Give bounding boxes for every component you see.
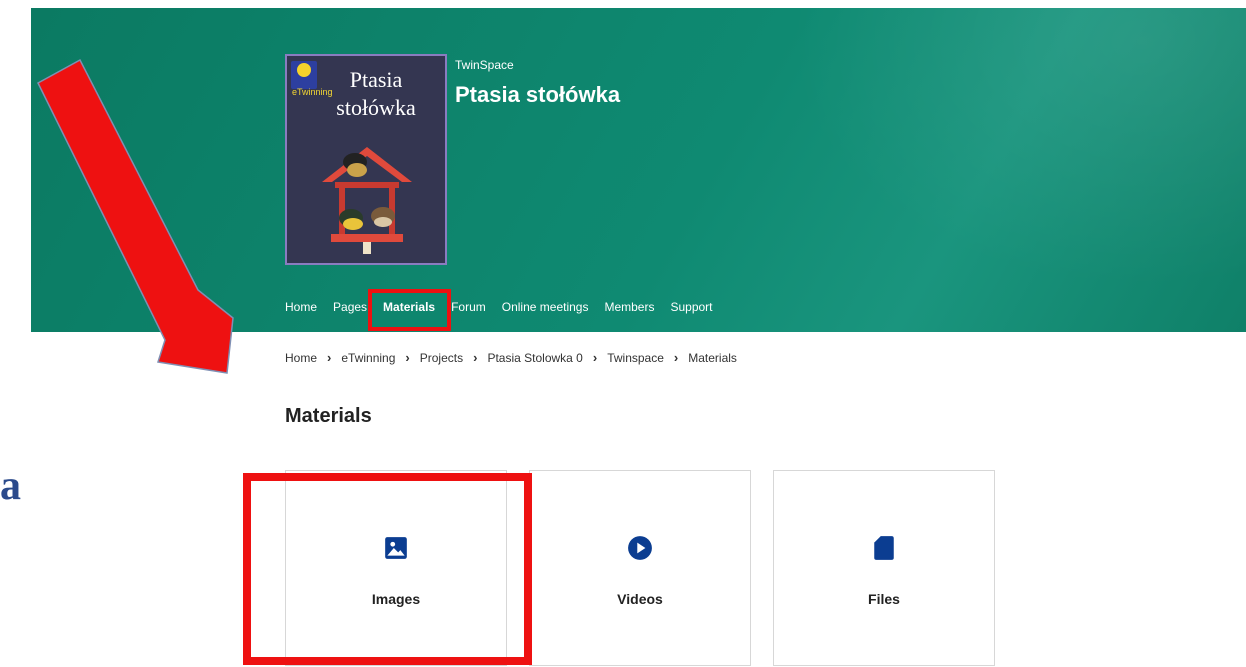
files-card[interactable]: Files	[773, 470, 995, 666]
project-cover-image: eTwinning Ptasia stołówka	[285, 54, 447, 265]
nav-members[interactable]: Members	[604, 300, 654, 314]
play-circle-icon	[628, 536, 652, 560]
chevron-right-icon: ›	[592, 350, 598, 365]
bird-feeder-illustration	[322, 147, 412, 254]
breadcrumb-projects[interactable]: Projects	[420, 351, 463, 365]
project-nav: Home Pages Materials Forum Online meetin…	[285, 300, 713, 314]
project-title: Ptasia stołówka	[455, 82, 621, 107]
breadcrumb-project[interactable]: Ptasia Stolowka 0	[487, 351, 582, 365]
images-highlight-box	[243, 473, 532, 665]
breadcrumb-current: Materials	[688, 350, 737, 365]
chevron-right-icon: ›	[673, 350, 679, 365]
chevron-right-icon: ›	[473, 350, 478, 365]
red-pointer-arrow	[37, 58, 234, 374]
nav-home[interactable]: Home	[285, 300, 317, 314]
materials-highlight-box	[368, 289, 451, 331]
breadcrumb-home[interactable]: Home	[285, 351, 317, 365]
nav-forum[interactable]: Forum	[451, 300, 486, 314]
chevron-right-icon: ›	[405, 350, 410, 365]
breadcrumb-etwinning[interactable]: eTwinning	[341, 351, 395, 365]
header-glow	[726, 8, 1246, 332]
nav-support[interactable]: Support	[670, 300, 712, 314]
breadcrumb: Home › eTwinning › Projects › Ptasia Sto…	[285, 350, 737, 365]
page-title: Materials	[285, 405, 372, 427]
twinspace-label: TwinSpace	[455, 58, 514, 72]
page: a eTwinning Ptasia stołówka TwinSpace Pt…	[0, 0, 1246, 667]
nav-pages[interactable]: Pages	[333, 300, 367, 314]
logo-star-icon	[297, 63, 311, 77]
videos-card-label: Videos	[617, 591, 663, 607]
file-icon	[874, 536, 894, 560]
breadcrumb-twinspace[interactable]: Twinspace	[607, 351, 664, 365]
nav-online-meetings[interactable]: Online meetings	[502, 300, 589, 314]
videos-card[interactable]: Videos	[529, 470, 751, 666]
files-card-label: Files	[868, 591, 900, 607]
slide-partial-letter: a	[0, 463, 21, 509]
cover-title: Ptasia stołówka	[336, 67, 416, 120]
chevron-right-icon: ›	[327, 350, 332, 365]
